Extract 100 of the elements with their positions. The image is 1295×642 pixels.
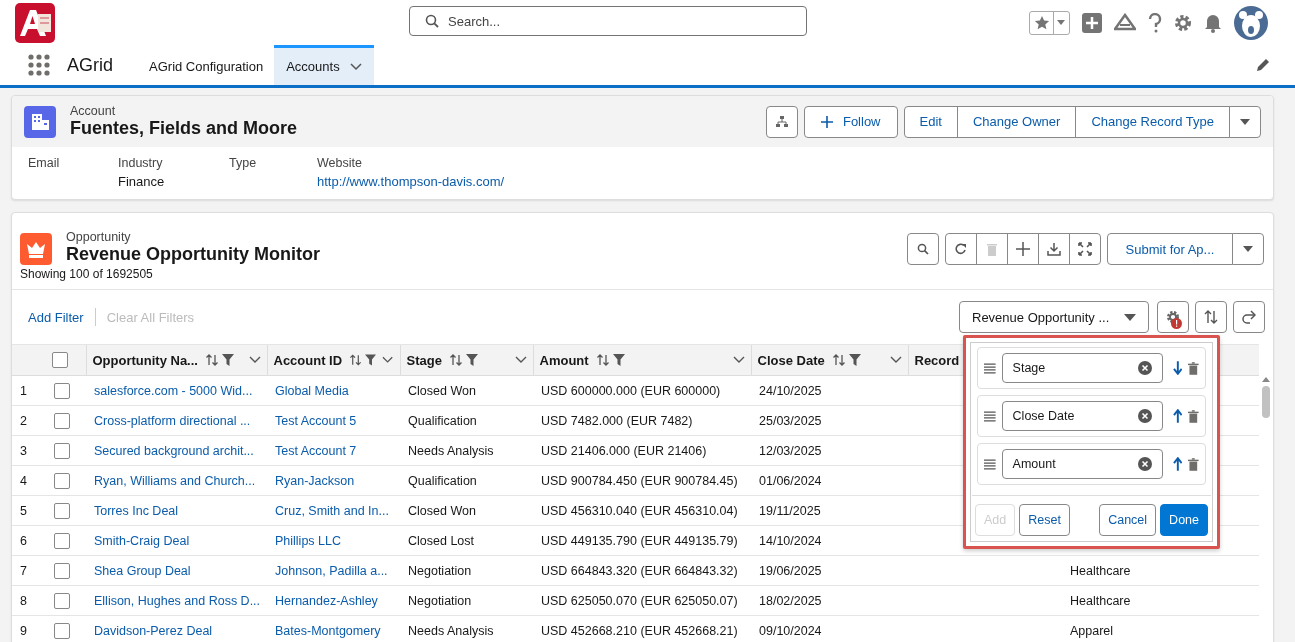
help-icon[interactable] [1148,12,1162,33]
table-cell-link[interactable]: Smith-Craig Deal [86,525,267,556]
table-cell-link[interactable]: Bates-Montgomery [267,615,400,642]
sort-icon[interactable] [831,354,846,366]
more-actions-button[interactable] [1229,105,1261,138]
trash-icon[interactable] [1188,361,1199,375]
filter-icon[interactable] [848,354,861,366]
chevron-down-icon[interactable] [382,356,394,364]
table-cell-link[interactable]: Ellison, Hughes and Ross D... [86,585,267,616]
download-button[interactable] [1038,233,1070,265]
chevron-down-icon[interactable] [349,62,362,71]
arrow-up-icon[interactable] [1172,457,1183,471]
follow-button[interactable]: Follow [803,105,898,138]
table-cell-link[interactable]: Shea Group Deal [86,555,267,586]
column-header[interactable]: Record [914,352,960,368]
search-field[interactable]: Search... [409,6,807,36]
arrow-up-icon[interactable] [1172,409,1183,423]
popup-button[interactable]: Reset [1019,504,1070,536]
row-checkbox[interactable] [54,382,70,399]
filter-link[interactable]: Add Filter [28,309,84,325]
row-checkbox[interactable] [54,532,70,549]
sort-icon[interactable] [349,354,363,366]
row-checkbox[interactable] [54,622,70,639]
favorites-button[interactable] [1029,10,1070,35]
sort-field[interactable]: Amount [1001,449,1163,479]
nav-tab[interactable]: Accounts [274,45,374,85]
table-cell-link[interactable]: Ryan, Williams and Church... [86,465,267,496]
sort-icon[interactable] [204,354,219,366]
settings-button[interactable] [1157,301,1189,333]
popup-button[interactable]: Cancel [1099,504,1157,536]
table-cell-link[interactable]: Cruz, Smith and In... [267,495,400,526]
column-header[interactable]: Stage [406,352,442,368]
drag-handle-icon[interactable] [984,458,996,470]
table-cell-link[interactable]: Secured background archit... [86,435,267,466]
row-checkbox[interactable] [54,442,70,459]
clear-icon[interactable] [1137,457,1152,471]
filter-icon[interactable] [465,354,478,366]
trash-icon[interactable] [1188,457,1199,471]
scroll-up-icon[interactable] [1262,377,1270,382]
scrollbar-thumb[interactable] [1262,386,1270,418]
add-icon[interactable] [1082,12,1102,33]
hierarchy-icon [775,115,788,128]
row-checkbox[interactable] [54,592,70,609]
select-all-checkbox[interactable] [52,352,68,368]
add-row-button[interactable] [1007,233,1039,265]
arrow-down-icon[interactable] [1172,361,1183,375]
table-cell-link[interactable]: Davidson-Perez Deal [86,615,267,642]
chevron-down-icon[interactable] [889,356,902,364]
filter-icon[interactable] [221,354,234,366]
popup-button[interactable]: Done [1160,504,1208,536]
action-button[interactable]: Edit [903,105,958,138]
chevron-down-icon[interactable] [514,356,527,364]
column-header[interactable]: Amount [539,352,589,368]
settings-icon[interactable] [1174,13,1192,32]
table-cell-link[interactable]: Test Account 5 [267,405,400,436]
filter-icon[interactable] [365,354,377,366]
drag-handle-icon[interactable] [984,362,996,374]
table-cell: 01/06/2024 [751,465,908,496]
table-cell-link[interactable]: Ryan-Jackson [267,465,400,496]
submit-button[interactable]: Submit for Ap... [1107,233,1233,265]
table-cell-link[interactable]: Test Account 7 [267,435,400,466]
table-cell-link[interactable]: Phillips LLC [267,525,400,556]
drag-handle-icon[interactable] [984,410,996,422]
sort-field[interactable]: Stage [1001,353,1163,383]
table-cell-link[interactable]: Cross-platform directional ... [86,405,267,436]
table-cell-link[interactable]: salesforce.com - 5000 Wid... [86,375,267,406]
view-dropdown[interactable]: Revenue Opportunity ... [959,301,1149,333]
row-checkbox[interactable] [54,562,70,579]
app-launcher-icon[interactable] [28,54,50,76]
delete-button[interactable] [976,233,1008,265]
clear-icon[interactable] [1137,361,1152,375]
chevron-down-icon[interactable] [732,356,745,364]
sort-field[interactable]: Close Date [1001,401,1163,431]
row-checkbox[interactable] [54,472,70,489]
action-button[interactable]: Change Owner [956,105,1077,138]
more-actions-button[interactable] [1232,233,1264,265]
sort-icon[interactable] [595,354,610,366]
website-link[interactable]: http://www.thompson-davis.com/ [317,174,505,189]
hierarchy-button[interactable] [765,105,798,138]
chevron-down-icon[interactable] [248,356,261,364]
edit-icon[interactable] [1256,58,1270,72]
table-cell-link[interactable]: Global Media [267,375,400,406]
row-checkbox[interactable] [54,412,70,429]
table-cell-link[interactable]: Hernandez-Ashley [267,585,400,616]
row-checkbox[interactable] [54,502,70,519]
table-cell-link[interactable]: Torres Inc Deal [86,495,267,526]
clear-icon[interactable] [1137,409,1152,423]
search-button[interactable] [907,233,939,265]
expand-button[interactable] [1069,233,1101,265]
refresh-button[interactable] [945,233,977,265]
nav-tab[interactable]: AGrid Configuration [138,45,275,85]
action-button[interactable]: Change Record Type [1075,105,1230,138]
notifications-icon[interactable] [1204,12,1222,33]
sort-icon[interactable] [448,354,463,366]
redo-button[interactable] [1233,301,1265,333]
filter-icon[interactable] [612,354,625,366]
sort-button[interactable] [1195,301,1227,333]
trash-icon[interactable] [1188,409,1199,423]
avatar-icon[interactable] [1234,5,1268,40]
table-cell-link[interactable]: Johnson, Padilla a... [267,555,400,586]
